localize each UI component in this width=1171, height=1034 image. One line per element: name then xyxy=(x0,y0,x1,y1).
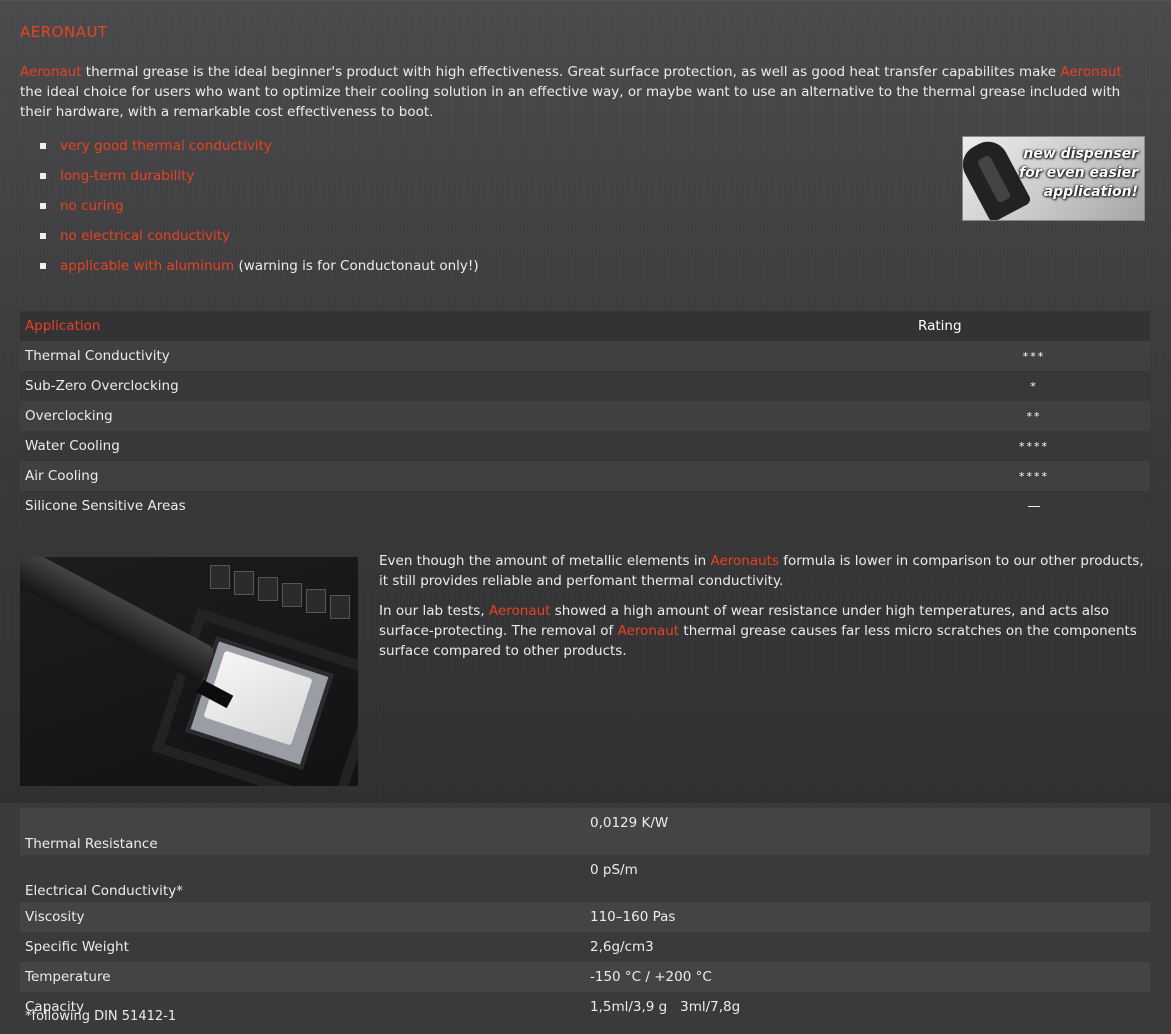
table-row: Viscosity 110–160 Pas xyxy=(20,902,1150,932)
rating-stars: *** xyxy=(918,341,1150,371)
spec-value: -150 °C / +200 °C xyxy=(585,962,1150,992)
spec-name: Viscosity xyxy=(20,902,585,932)
product-application-photo xyxy=(20,557,358,786)
specifications-table: Thermal Resistance 0,0129 K/W Electrical… xyxy=(20,808,1150,1022)
spec-name: Thermal Resistance xyxy=(20,808,585,855)
intro-paragraph: Aeronaut thermal grease is the ideal beg… xyxy=(20,62,1140,122)
table-row: Capacity 1,5ml/3,9 g 3ml/7,8g xyxy=(20,992,1150,1022)
feature-label: long-term durability xyxy=(60,168,195,184)
brand-link: Aeronaut xyxy=(20,64,82,80)
product-heading: AERONAUT xyxy=(20,23,108,41)
rating-stars: ** xyxy=(918,401,1150,431)
intro-text: thermal grease is the ideal beginner's p… xyxy=(81,64,1061,80)
table-row: Temperature -150 °C / +200 °C xyxy=(20,962,1150,992)
dispenser-promo-image[interactable]: new dispenser for even easier applicatio… xyxy=(962,136,1145,221)
column-header-rating: Rating xyxy=(918,311,1150,341)
spec-name: Specific Weight xyxy=(20,932,585,962)
feature-item: applicable with aluminum (warning is for… xyxy=(40,256,479,286)
footnote: *following DIN 51412-1 xyxy=(25,1009,177,1024)
table-row: Thermal Resistance 0,0129 K/W xyxy=(20,808,1150,855)
brand-link: Aeronaut xyxy=(617,623,680,639)
spec-name: Temperature xyxy=(20,962,585,992)
table-row: Electrical Conductivity* 0 pS/m xyxy=(20,855,1150,902)
formula-paragraph: Even though the amount of metallic eleme… xyxy=(379,553,1144,589)
intro-text: the ideal choice for users who want to o… xyxy=(20,84,1121,120)
rating-stars: **** xyxy=(918,461,1150,491)
table-row: Sub-Zero Overclocking * xyxy=(20,371,1150,401)
spec-value: 1,5ml/3,9 g 3ml/7,8g xyxy=(585,992,1150,1022)
feature-item: very good thermal conductivity xyxy=(40,136,479,166)
spec-value: 0,0129 K/W xyxy=(585,808,1150,855)
feature-warning: (warning is for Conductonaut only!) xyxy=(234,258,479,274)
feature-item: no curing xyxy=(40,196,479,226)
table-row: Water Cooling **** xyxy=(20,431,1150,461)
brand-link: Aeronaut xyxy=(488,603,551,619)
rating-stars: * xyxy=(918,371,1150,401)
spec-name: Electrical Conductivity* xyxy=(20,855,585,902)
table-row: Thermal Conductivity *** xyxy=(20,341,1150,371)
rating-stars: **** xyxy=(918,431,1150,461)
table-row: Air Cooling **** xyxy=(20,461,1150,491)
column-header-application: Application xyxy=(20,311,918,341)
table-row: Overclocking ** xyxy=(20,401,1150,431)
table-row: Specific Weight 2,6g/cm3 xyxy=(20,932,1150,962)
feature-list: very good thermal conductivity long-term… xyxy=(40,136,479,286)
feature-label: very good thermal conductivity xyxy=(60,138,272,154)
lab-tests-paragraph: In our lab tests, Aeronaut showed a high… xyxy=(379,603,1137,659)
application-rating-table: Application Rating Thermal Conductivity … xyxy=(20,311,1150,521)
feature-item: long-term durability xyxy=(40,166,479,196)
feature-label: no curing xyxy=(60,198,124,214)
table-row: Silicone Sensitive Areas — xyxy=(20,491,1150,521)
feature-item: no electrical conductivity xyxy=(40,226,479,256)
feature-label: no electrical conductivity xyxy=(60,228,231,244)
rating-dash: — xyxy=(918,491,1150,521)
table-header-row: Application Rating xyxy=(20,311,1150,341)
product-description-panel: AERONAUT Aeronaut thermal grease is the … xyxy=(0,0,1171,803)
brand-link: Aeronaut xyxy=(1060,64,1122,80)
spec-value: 2,6g/cm3 xyxy=(585,932,1150,962)
promo-text: new dispenser for even easier applicatio… xyxy=(1019,146,1138,200)
spec-value: 110–160 Pas xyxy=(585,902,1150,932)
brand-link: Aeronauts xyxy=(710,553,779,569)
grease-tube xyxy=(20,557,217,683)
feature-label: applicable with aluminum xyxy=(60,258,235,274)
spec-value: 0 pS/m xyxy=(585,855,1150,902)
